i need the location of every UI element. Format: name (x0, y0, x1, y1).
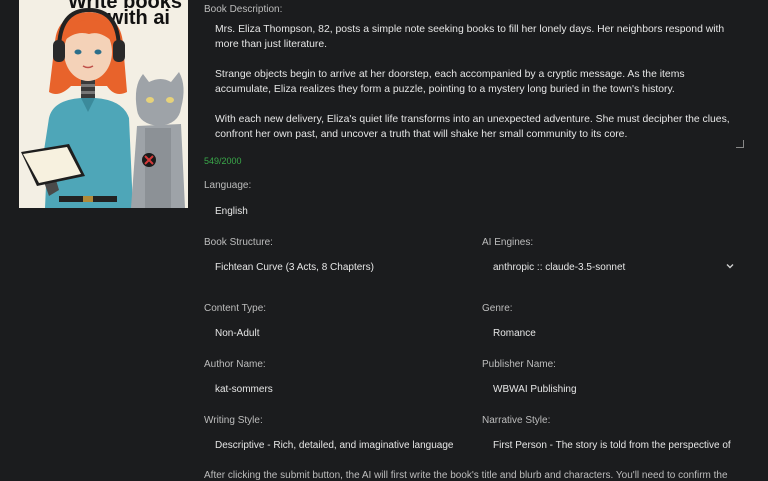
description-paragraph-2: Strange objects begin to arrive at her d… (215, 69, 685, 95)
book-structure-label: Book Structure: (204, 237, 273, 248)
ai-engines-label: AI Engines: (482, 237, 534, 248)
author-name-input[interactable]: kat-sommers (215, 384, 273, 395)
narrative-style-label: Narrative Style: (482, 415, 551, 426)
book-structure-select[interactable]: Fichtean Curve (3 Acts, 8 Chapters) (215, 262, 374, 273)
publisher-name-label: Publisher Name: (482, 359, 556, 370)
language-select[interactable]: English (215, 206, 248, 217)
ai-engine-select[interactable]: anthropic :: claude-3.5-sonnet (493, 262, 625, 273)
description-paragraph-3: With each new delivery, Eliza's quiet li… (215, 114, 730, 140)
author-name-label: Author Name: (204, 359, 266, 370)
book-description-label: Book Description: (204, 4, 283, 15)
genre-select[interactable]: Romance (493, 328, 536, 339)
submit-info-text: After clicking the submit button, the AI… (204, 470, 728, 481)
writing-style-label: Writing Style: (204, 415, 263, 426)
book-cover-image: Write books with ai (19, 0, 188, 208)
writing-style-select[interactable]: Descriptive - Rich, detailed, and imagin… (215, 440, 457, 451)
language-label: Language: (204, 180, 252, 191)
textarea-resize-handle[interactable] (736, 140, 744, 148)
character-counter: 549/2000 (204, 156, 242, 166)
narrative-style-select[interactable]: First Person - The story is told from th… (493, 440, 733, 451)
content-type-select[interactable]: Non-Adult (215, 328, 259, 339)
book-description-textarea[interactable]: Mrs. Eliza Thompson, 82, posts a simple … (204, 22, 744, 148)
genre-label: Genre: (482, 303, 513, 314)
content-type-label: Content Type: (204, 303, 267, 314)
publisher-name-input[interactable]: WBWAI Publishing (493, 384, 577, 395)
cover-illustration (21, 7, 185, 208)
chevron-down-icon[interactable] (725, 261, 735, 271)
description-paragraph-1: Mrs. Eliza Thompson, 82, posts a simple … (215, 24, 725, 50)
